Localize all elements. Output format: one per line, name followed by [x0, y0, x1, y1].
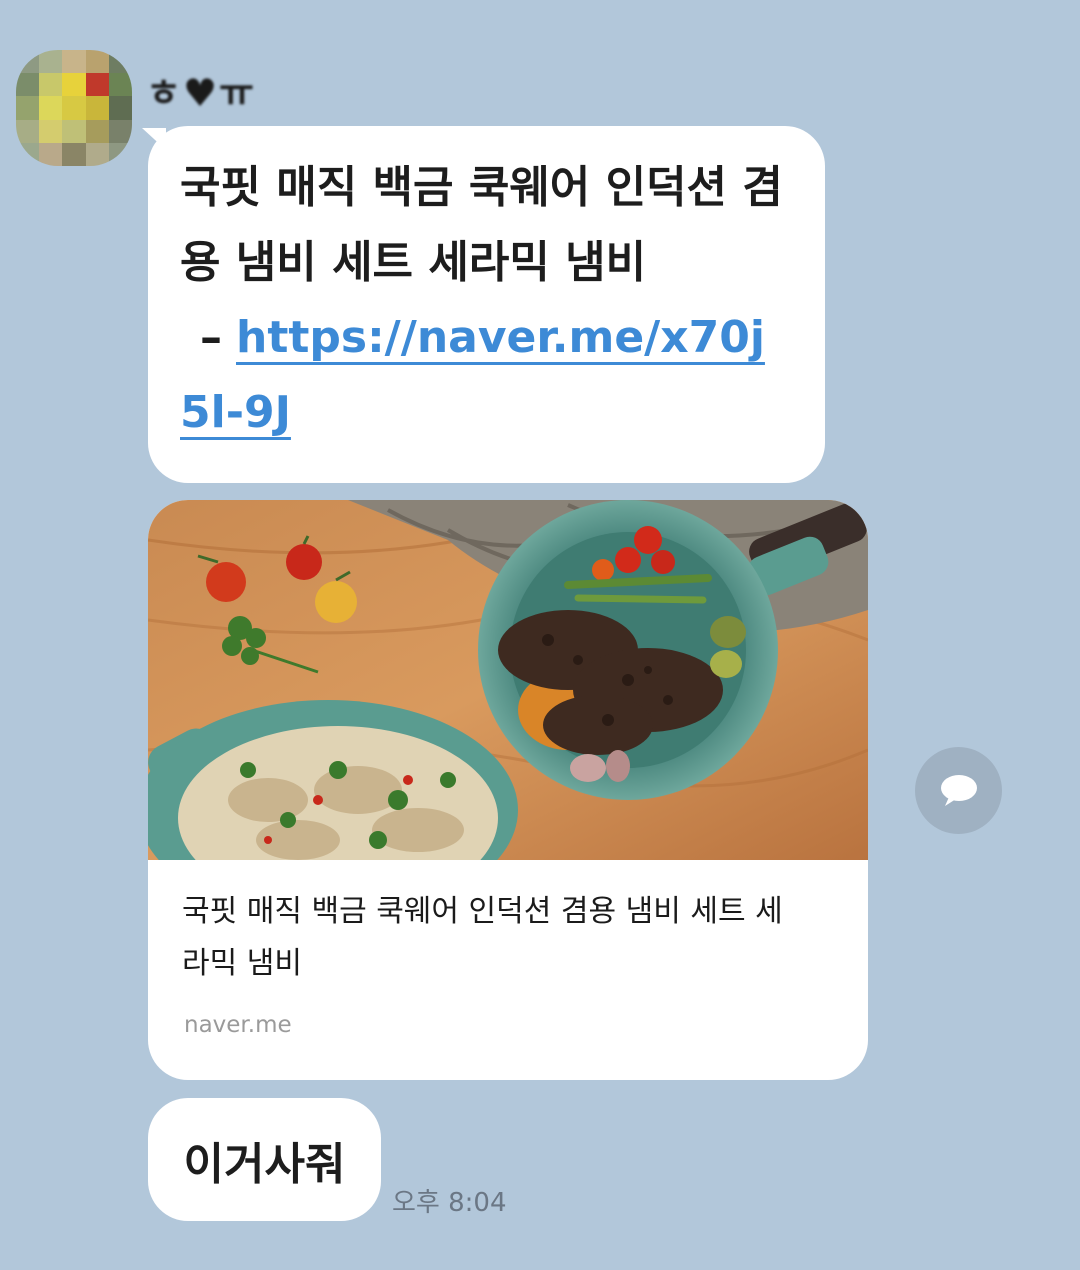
preview-domain: naver.me: [184, 1012, 292, 1038]
link-separator: –: [200, 312, 222, 363]
short-message-text: 이거사줘: [183, 1138, 346, 1190]
message-timestamp: 오후 8:04: [392, 1188, 507, 1218]
preview-title: 국핏 매직 백금 쿡웨어 인덕션 겸용 냄비 세트 세라믹 냄비: [182, 894, 783, 981]
cookware-photo[interactable]: [148, 500, 868, 860]
avatar[interactable]: [16, 50, 132, 166]
link-message-text: 국핏 매직 백금 쿡웨어 인덕션 겸용 냄비 세트 세라믹 냄비: [180, 162, 783, 288]
share-button[interactable]: [915, 747, 1002, 834]
link-preview-card[interactable]: 국핏 매직 백금 쿡웨어 인덕션 겸용 냄비 세트 세라믹 냄비 naver.m…: [148, 500, 868, 1080]
link-message-bubble[interactable]: 국핏 매직 백금 쿡웨어 인덕션 겸용 냄비 세트 세라믹 냄비 – https:…: [148, 126, 825, 483]
sender-name: ㅎ♥ㅠ: [146, 71, 256, 115]
short-message-bubble[interactable]: 이거사줘: [148, 1098, 381, 1221]
message-link[interactable]: https://naver.me/x70j5l-9J: [180, 312, 765, 438]
chat-bubble-icon: [940, 774, 977, 806]
